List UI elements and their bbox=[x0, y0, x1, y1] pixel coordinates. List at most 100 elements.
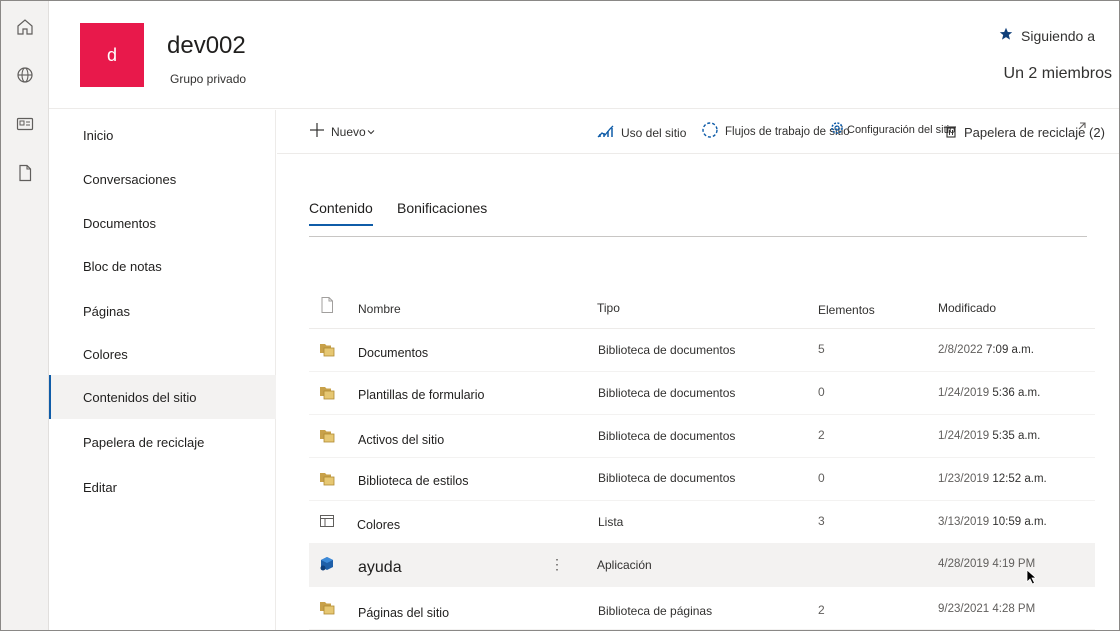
row-items: 3 bbox=[818, 514, 825, 528]
table-row[interactable]: Activos del sitio Biblioteca de document… bbox=[309, 415, 1095, 458]
column-header-items[interactable]: Elementos bbox=[818, 303, 875, 317]
document-icon[interactable] bbox=[13, 161, 37, 185]
globe-icon[interactable] bbox=[13, 63, 37, 87]
row-time: 12:52 a.m. bbox=[992, 473, 1047, 485]
row-modified: 1/24/2019 5:35 a.m. bbox=[938, 430, 1040, 442]
site-settings-button[interactable]: Configuración del sitio bbox=[829, 120, 955, 139]
row-name[interactable]: Plantillas de formulario bbox=[358, 388, 484, 402]
row-modified: 3/13/2019 10:59 a.m. bbox=[938, 516, 1047, 528]
workflow-icon bbox=[701, 121, 719, 142]
row-items: 2 bbox=[818, 428, 825, 442]
app-bar bbox=[1, 1, 49, 630]
row-name[interactable]: Biblioteca de estilos bbox=[358, 474, 468, 488]
table-row[interactable]: Páginas del sitio Biblioteca de páginas … bbox=[309, 587, 1095, 630]
plus-icon bbox=[309, 122, 325, 141]
library-icon bbox=[319, 341, 335, 357]
nav-item-label: Páginas bbox=[83, 303, 130, 319]
row-items: 0 bbox=[818, 385, 825, 399]
row-items: 0 bbox=[818, 471, 825, 485]
tab-contenido[interactable]: Contenido bbox=[309, 200, 373, 226]
gear-icon bbox=[829, 120, 845, 139]
row-type: Biblioteca de documentos bbox=[598, 386, 736, 400]
follow-label: Siguiendo a bbox=[1021, 27, 1095, 44]
members-button[interactable]: Un 2 miembros bbox=[1004, 65, 1112, 83]
library-icon bbox=[319, 470, 335, 486]
nav-item-label: Bloc de notas bbox=[83, 258, 162, 274]
row-items: 5 bbox=[818, 342, 825, 356]
star-icon bbox=[999, 27, 1013, 44]
column-header-name[interactable]: Nombre bbox=[358, 302, 401, 316]
row-type: Biblioteca de documentos bbox=[598, 343, 736, 357]
library-icon bbox=[319, 427, 335, 443]
follow-button[interactable]: Siguiendo a bbox=[999, 27, 1095, 44]
tab-label: Bonificaciones bbox=[397, 200, 488, 216]
row-type: Lista bbox=[598, 515, 624, 529]
table-row[interactable]: ayuda ⋮ Aplicación 4/28/2019 4:19 PM bbox=[309, 544, 1095, 587]
nav-item-papelera[interactable]: Papelera de reciclaje bbox=[49, 420, 276, 464]
nav-item-label: Papelera de reciclaje bbox=[83, 434, 205, 450]
row-modified: 1/24/2019 5:36 a.m. bbox=[938, 387, 1040, 399]
row-items: 2 bbox=[818, 603, 825, 617]
row-name[interactable]: Activos del sitio bbox=[358, 433, 444, 447]
new-button[interactable]: Nuevo bbox=[309, 122, 375, 141]
new-label: Nuevo bbox=[331, 124, 366, 139]
site-usage-label: Uso del sitio bbox=[621, 125, 687, 140]
site-header: d dev002 Grupo privado Siguiendo a Un 2 … bbox=[49, 1, 1119, 109]
row-time: 5:35 a.m. bbox=[992, 430, 1041, 442]
nav-item-label: Conversaciones bbox=[83, 171, 177, 187]
table-row[interactable]: Plantillas de formulario Biblioteca de d… bbox=[309, 372, 1095, 415]
table-row[interactable]: Colores Lista 3 3/13/2019 10:59 a.m. bbox=[309, 501, 1095, 544]
row-modified: 9/23/2021 4:28 PM bbox=[938, 603, 1036, 615]
row-name[interactable]: Documentos bbox=[358, 346, 428, 360]
row-name[interactable]: Páginas del sitio bbox=[358, 606, 449, 620]
more-options-icon[interactable]: ⋮ bbox=[550, 556, 564, 573]
column-header-modified[interactable]: Modificado bbox=[938, 301, 996, 315]
expand-icon[interactable] bbox=[1074, 122, 1086, 134]
nav-item-label: Colores bbox=[83, 346, 128, 362]
nav-item-paginas[interactable]: Páginas bbox=[49, 289, 276, 333]
row-date: 1/24/2019 bbox=[938, 430, 990, 442]
row-name[interactable]: Colores bbox=[357, 518, 400, 532]
row-type: Aplicación bbox=[597, 558, 652, 572]
home-icon[interactable] bbox=[13, 15, 37, 39]
row-date: 1/23/2019 bbox=[938, 473, 990, 485]
nav-item-documentos[interactable]: Documentos bbox=[49, 201, 276, 245]
row-time: 7:09 a.m. bbox=[985, 344, 1034, 356]
table-row[interactable]: Biblioteca de estilos Biblioteca de docu… bbox=[309, 458, 1095, 501]
app-icon bbox=[319, 556, 335, 572]
nav-item-conversaciones[interactable]: Conversaciones bbox=[49, 157, 276, 201]
nav-item-inicio[interactable]: Inicio bbox=[49, 113, 276, 157]
news-icon[interactable] bbox=[13, 112, 37, 136]
column-header-type[interactable]: Tipo bbox=[597, 301, 620, 315]
row-date: 3/13/2019 bbox=[938, 516, 990, 528]
tab-divider bbox=[309, 236, 1087, 237]
nav-item-colores[interactable]: Colores bbox=[49, 332, 276, 376]
library-icon bbox=[319, 384, 335, 400]
site-workflows-button[interactable]: Flujos de trabajo de sitio bbox=[701, 121, 850, 142]
nav-item-bloc-de-notas[interactable]: Bloc de notas bbox=[49, 244, 276, 288]
site-usage-button[interactable]: Uso del sitio bbox=[597, 124, 686, 141]
table-row[interactable]: Documentos Biblioteca de documentos 5 2/… bbox=[309, 329, 1095, 372]
row-type: Biblioteca de documentos bbox=[598, 471, 736, 485]
file-type-icon[interactable] bbox=[319, 296, 335, 313]
library-icon bbox=[319, 599, 335, 615]
row-time: 5:36 a.m. bbox=[992, 387, 1041, 399]
tab-bonificaciones[interactable]: Bonificaciones bbox=[397, 200, 487, 226]
row-modified: 4/28/2019 4:19 PM bbox=[938, 558, 1036, 570]
site-logo[interactable]: d bbox=[80, 23, 144, 87]
row-date: 2/8/2022 bbox=[938, 344, 983, 356]
row-date: 1/24/2019 bbox=[938, 387, 990, 399]
nav-item-label: Contenidos del sitio bbox=[83, 389, 197, 405]
trash-icon bbox=[944, 124, 958, 141]
nav-item-editar[interactable]: Editar bbox=[49, 465, 276, 509]
nav-item-contenidos-del-sitio[interactable]: Contenidos del sitio bbox=[49, 375, 276, 419]
list-icon bbox=[319, 513, 335, 529]
row-type: Biblioteca de páginas bbox=[598, 604, 713, 618]
chevron-down-icon bbox=[367, 125, 375, 139]
site-title[interactable]: dev002 bbox=[167, 32, 246, 60]
row-modified: 1/23/2019 12:52 a.m. bbox=[938, 473, 1047, 485]
nav-item-label: Documentos bbox=[83, 215, 156, 231]
command-bar: Nuevo Uso del sitio Flujos de trabajo de… bbox=[277, 110, 1119, 154]
nav-item-label: Editar bbox=[83, 479, 117, 495]
row-name[interactable]: ayuda bbox=[358, 559, 402, 577]
